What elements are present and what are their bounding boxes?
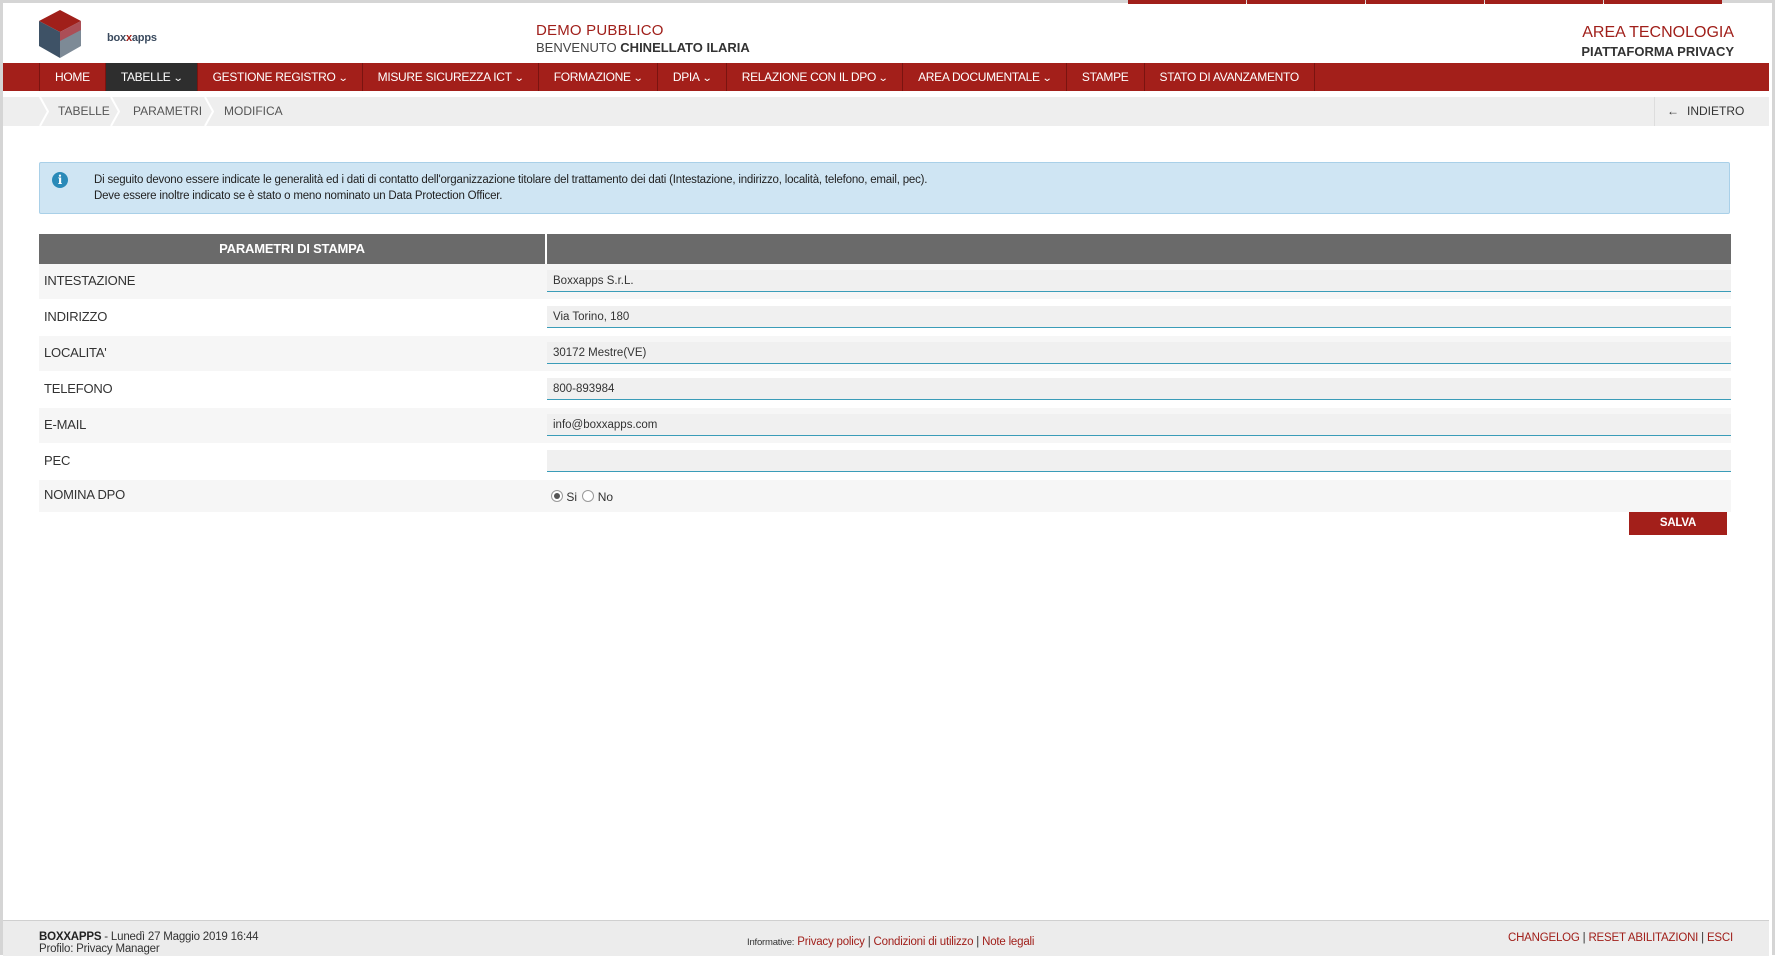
legal-notes-link[interactable]: Note legali [982,936,1034,948]
reset-abilitazioni-link[interactable]: RESET ABILITAZIONI [1588,932,1698,944]
footer-datetime: - Lunedì 27 Maggio 2019 16:44 [101,931,259,943]
breadcrumb-item-tabelle[interactable]: TABELLE [58,97,110,126]
logo-cube-icon [39,10,81,58]
dpo-yes-label: Si [566,490,578,504]
footer-profile: Profilo: Privacy Manager [39,943,160,955]
chevron-down-icon: ⌄ [632,73,644,84]
app-header: boxxapps DEMO PUBBLICO BENVENUTO CHINELL… [3,4,1772,63]
field-label: INTESTAZIONE [44,273,136,288]
telefono-input[interactable] [547,378,1731,400]
field-label: TELEFONO [44,381,113,396]
field-label: NOMINA DPO [44,487,126,502]
field-label: E-MAIL [44,417,87,432]
form-row-email: E-MAIL [39,408,1731,444]
dpo-yes-radio[interactable] [551,490,563,502]
privacy-policy-link[interactable]: Privacy policy [797,936,865,948]
dpo-no-label: No [597,490,614,504]
footer-center: Informative: Privacy policy | Condizioni… [747,936,1035,948]
nav-gestione-registro[interactable]: GESTIONE REGISTRO ⌄ [198,63,363,91]
nav-formazione[interactable]: FORMAZIONE ⌄ [539,63,658,91]
footer: BOXXAPPS - Lunedì 27 Maggio 2019 16:44 P… [3,920,1769,956]
nav-relazione-dpo[interactable]: RELAZIONE CON IL DPO ⌄ [727,63,904,91]
chevron-down-icon: ⌄ [513,73,524,84]
breadcrumb-item-parametri[interactable]: PARAMETRI [133,97,202,126]
form-row-intestazione: INTESTAZIONE [39,264,1731,300]
info-icon: i [52,172,68,188]
dpo-no-radio[interactable] [582,490,595,502]
main-nav: HOME TABELLE ⌄ GESTIONE REGISTRO ⌄ MISURE … [3,63,1769,91]
form-row-indirizzo: INDIRIZZO [39,300,1731,336]
form-row-telefono: TELEFONO [39,372,1731,408]
nav-misure-sicurezza[interactable]: MISURE SICUREZZA ICT ⌄ [363,63,539,91]
info-text: Di seguito devono essere indicate le gen… [94,174,928,202]
breadcrumb-separator-icon [204,97,214,126]
breadcrumb: TABELLE PARAMETRI MODIFICA ← INDIETRO [3,97,1769,126]
area-title: AREA TECNOLOGIA [1582,24,1734,41]
info-box: i Di seguito devono essere indicate le g… [39,162,1730,214]
nav-dpia[interactable]: DPIA ⌄ [658,63,727,91]
exit-link[interactable]: ESCI [1707,932,1733,944]
platform-title: PIATTAFORMA PRIVACY [1581,44,1734,59]
footer-company: BOXXAPPS [39,931,102,943]
demo-title: DEMO PUBBLICO [536,22,664,39]
conditions-link[interactable]: Condizioni di utilizzo [874,936,974,948]
form-header-title: PARAMETRI DI STAMPA [39,234,545,264]
arrow-left-icon: ← [1667,104,1679,118]
localita-input[interactable] [547,342,1731,364]
logo-text: boxxapps [107,32,157,44]
footer-left: BOXXAPPS - Lunedì 27 Maggio 2019 16:44 P… [39,931,259,955]
chevron-down-icon: ⌄ [172,73,183,84]
indirizzo-input[interactable] [547,306,1731,328]
field-label: INDIRIZZO [44,309,108,324]
user-name: CHINELLATO ILARIA [620,40,750,55]
pec-input[interactable] [547,450,1731,472]
breadcrumb-separator-icon [110,97,120,126]
chevron-down-icon: ⌄ [877,73,889,84]
form-row-pec: PEC [39,444,1731,480]
chevron-down-icon: ⌄ [1041,73,1053,84]
form-header: PARAMETRI DI STAMPA [39,234,1731,264]
welcome-text: BENVENUTO CHINELLATO ILARIA [536,40,750,55]
nav-tabelle[interactable]: TABELLE ⌄ [105,63,198,91]
form-row-nomina-dpo: NOMINA DPO Si No [39,480,1731,513]
boxxapps-logo[interactable]: boxxapps [37,8,157,64]
chevron-down-icon: ⌄ [337,73,348,84]
nav-area-documentale[interactable]: AREA DOCUMENTALE ⌄ [903,63,1067,91]
nav-home[interactable]: HOME [39,63,106,91]
nomina-dpo-radio-group: Si No [551,490,613,504]
header-right: AREA TECNOLOGIA PIATTAFORMA PRIVACY [1581,24,1734,59]
changelog-link[interactable]: CHANGELOG [1508,932,1580,944]
nav-stampe[interactable]: STAMPE [1067,63,1145,91]
field-label: PEC [44,453,71,468]
breadcrumb-separator-icon [39,97,49,126]
form-row-localita: LOCALITA' [39,336,1731,372]
save-button[interactable]: SALVA [1629,512,1727,535]
breadcrumb-item-modifica: MODIFICA [224,104,283,118]
chevron-down-icon: ⌄ [701,73,712,84]
field-label: LOCALITA' [44,345,107,360]
email-input[interactable] [547,414,1731,436]
header-center: DEMO PUBBLICO BENVENUTO CHINELLATO ILARI… [536,22,750,55]
footer-right: CHANGELOG | RESET ABILITAZIONI | ESCI [1507,932,1733,944]
intestazione-input[interactable] [547,270,1731,292]
window-frame-left [0,0,3,955]
nav-stato-avanzamento[interactable]: STATO DI AVANZAMENTO [1145,63,1315,91]
parametri-form: PARAMETRI DI STAMPA INTESTAZIONE INDIRIZ… [39,234,1731,513]
back-button[interactable]: ← INDIETRO [1654,97,1770,126]
